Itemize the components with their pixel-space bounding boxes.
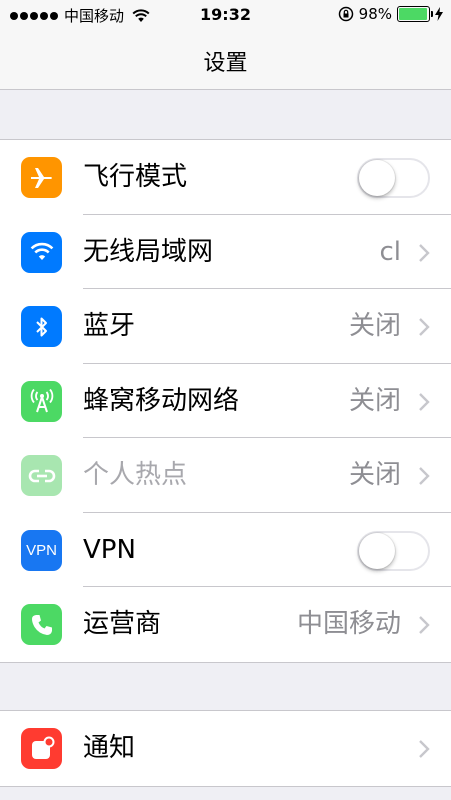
chevron-right-icon	[419, 740, 430, 758]
airplane-label: 飞行模式	[83, 162, 188, 192]
top-bar: 中国移动 19:32 98% 设置	[0, 0, 451, 90]
toggle-knob	[359, 532, 395, 569]
vpn-icon-text: VPN	[26, 541, 57, 559]
page-title: 设置	[203, 51, 248, 76]
carrier-label: 运营商	[83, 609, 162, 639]
chevron-right-icon	[419, 318, 430, 336]
row-notifications[interactable]: 通知	[0, 711, 451, 786]
settings-group-connectivity: 飞行模式 无线局域网 cl 蓝牙 关闭 蜂窝移动网络 关闭 个人热点 关闭 VP…	[0, 139, 451, 663]
airplane-toggle[interactable]	[357, 158, 430, 198]
vpn-icon: VPN	[21, 529, 62, 571]
settings-group-notifications: 通知	[0, 710, 451, 787]
row-bluetooth[interactable]: 蓝牙 关闭	[0, 289, 451, 364]
status-bar: 中国移动 19:32 98%	[0, 0, 451, 30]
cellular-label: 蜂窝移动网络	[83, 385, 240, 416]
toggle-knob	[359, 160, 395, 196]
carrier-value: 中国移动	[296, 609, 401, 639]
hotspot-icon	[21, 455, 62, 496]
bluetooth-icon	[21, 306, 62, 347]
status-right: 98%	[338, 5, 443, 23]
hotspot-value: 关闭	[348, 460, 401, 490]
chevron-right-icon	[419, 392, 430, 411]
chevron-right-icon	[419, 243, 430, 262]
row-airplane-mode: 飞行模式	[0, 140, 451, 215]
vpn-label: VPN	[83, 534, 136, 565]
vpn-toggle[interactable]	[357, 530, 430, 571]
row-vpn: VPN VPN	[0, 513, 451, 587]
row-cellular[interactable]: 蜂窝移动网络 关闭	[0, 364, 451, 438]
chevron-right-icon	[419, 616, 430, 634]
wifi-icon	[21, 231, 62, 273]
charging-bolt-icon	[435, 7, 443, 21]
wlan-value: cl	[379, 236, 401, 267]
hotspot-label: 个人热点	[83, 460, 188, 490]
airplane-icon	[21, 157, 62, 198]
bluetooth-value: 关闭	[348, 311, 401, 341]
notifications-icon	[21, 728, 62, 769]
cellular-value: 关闭	[348, 385, 401, 416]
chevron-right-icon	[419, 467, 430, 485]
orientation-lock-icon	[338, 6, 353, 22]
phone-icon	[21, 604, 62, 645]
bluetooth-label: 蓝牙	[83, 311, 136, 341]
row-wlan[interactable]: 无线局域网 cl	[0, 215, 451, 289]
row-hotspot[interactable]: 个人热点 关闭	[0, 438, 451, 513]
row-carrier[interactable]: 运营商 中国移动	[0, 587, 451, 662]
notifications-label: 通知	[83, 733, 136, 763]
cellular-icon	[21, 380, 62, 422]
battery-icon	[397, 6, 433, 22]
wlan-label: 无线局域网	[83, 236, 214, 267]
settings-screen: 中国移动 19:32 98% 设置 飞行模式 无线局域网 cl 蓝牙 关闭 蜂窝…	[0, 0, 451, 800]
battery-percent: 98%	[358, 5, 392, 23]
